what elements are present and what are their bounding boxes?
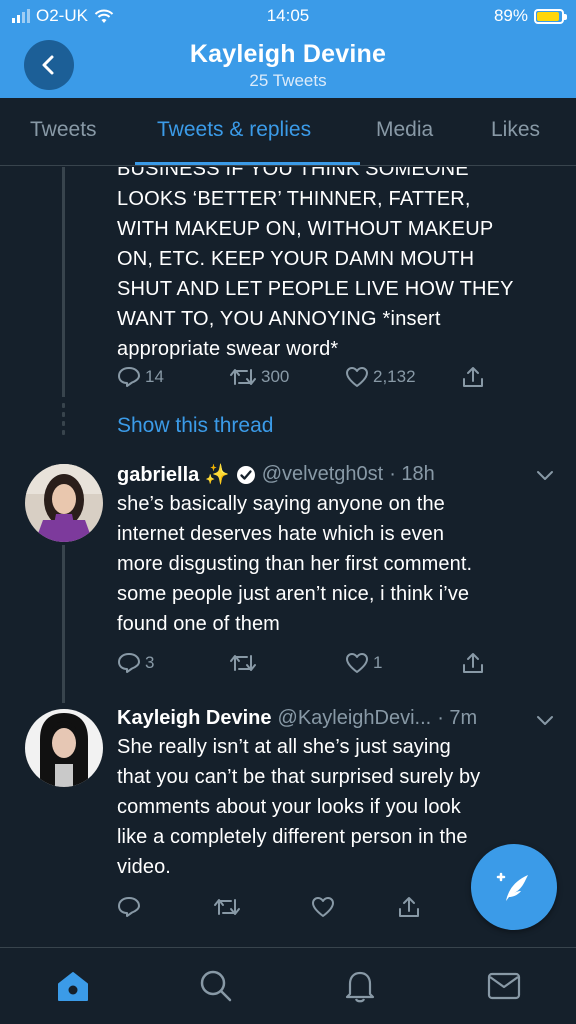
tab-media[interactable]: Media bbox=[376, 118, 433, 142]
battery-icon bbox=[534, 8, 567, 24]
active-tab-indicator bbox=[135, 162, 360, 165]
tweet-line: SHUT AND LET PEOPLE LIVE HOW THEY bbox=[117, 278, 514, 300]
battery-percent: 89% bbox=[493, 6, 528, 25]
tweet-line: comments about your looks if you look bbox=[117, 796, 461, 818]
compose-feather-icon bbox=[496, 872, 528, 901]
tweet-line: WANT TO, YOU ANNOYING *insert bbox=[117, 308, 441, 330]
tweet-body: gabriella ✨ @velvetgh0st · 18h she’s bas… bbox=[117, 462, 557, 639]
heart-icon bbox=[312, 897, 334, 917]
tweet-line: LOOKS ‘BETTER’ THINNER, FATTER, bbox=[117, 188, 471, 210]
tweet-feed[interactable]: BUSINESS IF YOU THINK SOMEONE LOOKS ‘BET… bbox=[0, 167, 576, 947]
notifications-icon bbox=[345, 971, 375, 1003]
tweet-line: WITH MAKEUP ON, WITHOUT MAKEUP bbox=[117, 218, 494, 240]
retweet-icon bbox=[214, 899, 240, 915]
retweet-icon bbox=[230, 655, 256, 671]
reply-count: 3 bbox=[145, 653, 155, 672]
status-bar: O2-UK 14:05 89% bbox=[0, 6, 576, 28]
tweet-count: 25 Tweets bbox=[249, 71, 327, 90]
profile-tabs: Tweets Tweets & replies Media Likes bbox=[0, 98, 576, 166]
like-button[interactable]: 1 bbox=[345, 652, 461, 674]
share-icon bbox=[463, 367, 483, 387]
show-thread-link[interactable]: Show this thread bbox=[117, 414, 273, 438]
reply-button[interactable]: 3 bbox=[117, 652, 229, 674]
tweet-actions: 14 300 2,132 bbox=[117, 365, 485, 389]
avatar[interactable] bbox=[25, 709, 103, 787]
author-name[interactable]: Kayleigh Devine bbox=[117, 707, 272, 730]
retweet-button[interactable]: 300 bbox=[229, 367, 345, 387]
tweet-line: she’s basically saying anyone on the bbox=[117, 493, 445, 515]
tab-tweets-replies[interactable]: Tweets & replies bbox=[157, 118, 311, 142]
tweet-text-partial[interactable]: BUSINESS IF YOU THINK SOMEONE LOOKS ‘BET… bbox=[117, 167, 557, 364]
search-icon bbox=[200, 970, 232, 1002]
tweet-line: internet deserves hate which is even bbox=[117, 523, 445, 545]
tweet-line: more disgusting than her first comment. bbox=[117, 553, 473, 575]
like-button[interactable]: 2,132 bbox=[345, 366, 461, 388]
author-name[interactable]: gabriella ✨ bbox=[117, 462, 230, 487]
tweet-line: some people just aren’t nice, i think i’… bbox=[117, 583, 470, 605]
chevron-down-icon[interactable] bbox=[536, 470, 554, 482]
home-icon bbox=[58, 972, 88, 1001]
reply-button[interactable]: 14 bbox=[117, 366, 229, 388]
tweet-line: She really isn’t at all she’s just sayin… bbox=[117, 736, 451, 758]
reply-icon bbox=[118, 653, 140, 673]
header-titles: Kayleigh Devine 25 Tweets bbox=[0, 40, 576, 91]
nav-home[interactable] bbox=[55, 968, 91, 1009]
nav-search[interactable] bbox=[198, 968, 234, 1009]
avatar-image bbox=[25, 464, 103, 542]
like-count: 2,132 bbox=[373, 367, 416, 386]
tweet-time: · 7m bbox=[437, 707, 478, 729]
tweet-actions bbox=[117, 895, 421, 919]
messages-icon bbox=[487, 972, 521, 1000]
heart-icon bbox=[346, 653, 368, 673]
share-icon bbox=[399, 897, 419, 917]
share-button[interactable] bbox=[397, 895, 421, 919]
retweet-count: 300 bbox=[261, 367, 290, 386]
tweet-actions: 3 1 bbox=[117, 651, 485, 675]
profile-header: O2-UK 14:05 89% Kayleigh Devine 25 Tweet… bbox=[0, 0, 576, 98]
share-button[interactable] bbox=[461, 365, 485, 389]
tweet-time: · 18h bbox=[389, 463, 435, 485]
tweet-line: appropriate swear word* bbox=[117, 338, 339, 360]
bottom-navigation bbox=[0, 947, 576, 1024]
chevron-down-icon[interactable] bbox=[536, 715, 554, 727]
retweet-icon bbox=[230, 369, 256, 385]
thread-dots bbox=[62, 403, 65, 439]
tab-likes[interactable]: Likes bbox=[491, 118, 540, 142]
reply-icon bbox=[118, 367, 140, 387]
tweet-line: BUSINESS IF YOU THINK SOMEONE bbox=[117, 167, 469, 180]
tweet-line: like a completely different person in th… bbox=[117, 826, 468, 848]
retweet-button[interactable] bbox=[213, 897, 311, 917]
tweet-text: she’s basically saying anyone on the int… bbox=[117, 489, 557, 639]
verified-badge-icon bbox=[236, 465, 255, 484]
status-time: 14:05 bbox=[266, 6, 310, 25]
compose-tweet-button[interactable] bbox=[471, 844, 557, 930]
like-count: 1 bbox=[373, 653, 383, 672]
avatar-image bbox=[25, 709, 103, 787]
tweet-line: found one of them bbox=[117, 613, 280, 635]
tweet-meta: Kayleigh Devine @KayleighDevi... · 7m bbox=[117, 707, 557, 730]
retweet-button[interactable] bbox=[229, 653, 345, 673]
tab-tweets[interactable]: Tweets bbox=[30, 118, 97, 142]
reply-count: 14 bbox=[145, 367, 164, 386]
page-title: Kayleigh Devine bbox=[189, 40, 387, 68]
avatar[interactable] bbox=[25, 464, 103, 542]
like-button[interactable] bbox=[311, 896, 397, 918]
heart-icon bbox=[346, 367, 368, 387]
status-right: 89% bbox=[493, 6, 567, 26]
share-button[interactable] bbox=[461, 651, 485, 675]
tweet-line: that you can’t be that surprised surely … bbox=[117, 766, 481, 788]
share-icon bbox=[463, 653, 483, 673]
reply-button[interactable] bbox=[117, 896, 213, 918]
tweet-meta: gabriella ✨ @velvetgh0st · 18h bbox=[117, 462, 557, 487]
nav-notifications[interactable] bbox=[342, 968, 378, 1009]
author-handle: @KayleighDevi... bbox=[277, 707, 432, 729]
thread-line bbox=[62, 167, 65, 397]
reply-icon bbox=[118, 897, 140, 917]
author-handle: @velvetgh0st bbox=[261, 463, 384, 485]
nav-messages[interactable] bbox=[486, 968, 522, 1009]
tweet-line: ON, ETC. KEEP YOUR DAMN MOUTH bbox=[117, 248, 475, 270]
